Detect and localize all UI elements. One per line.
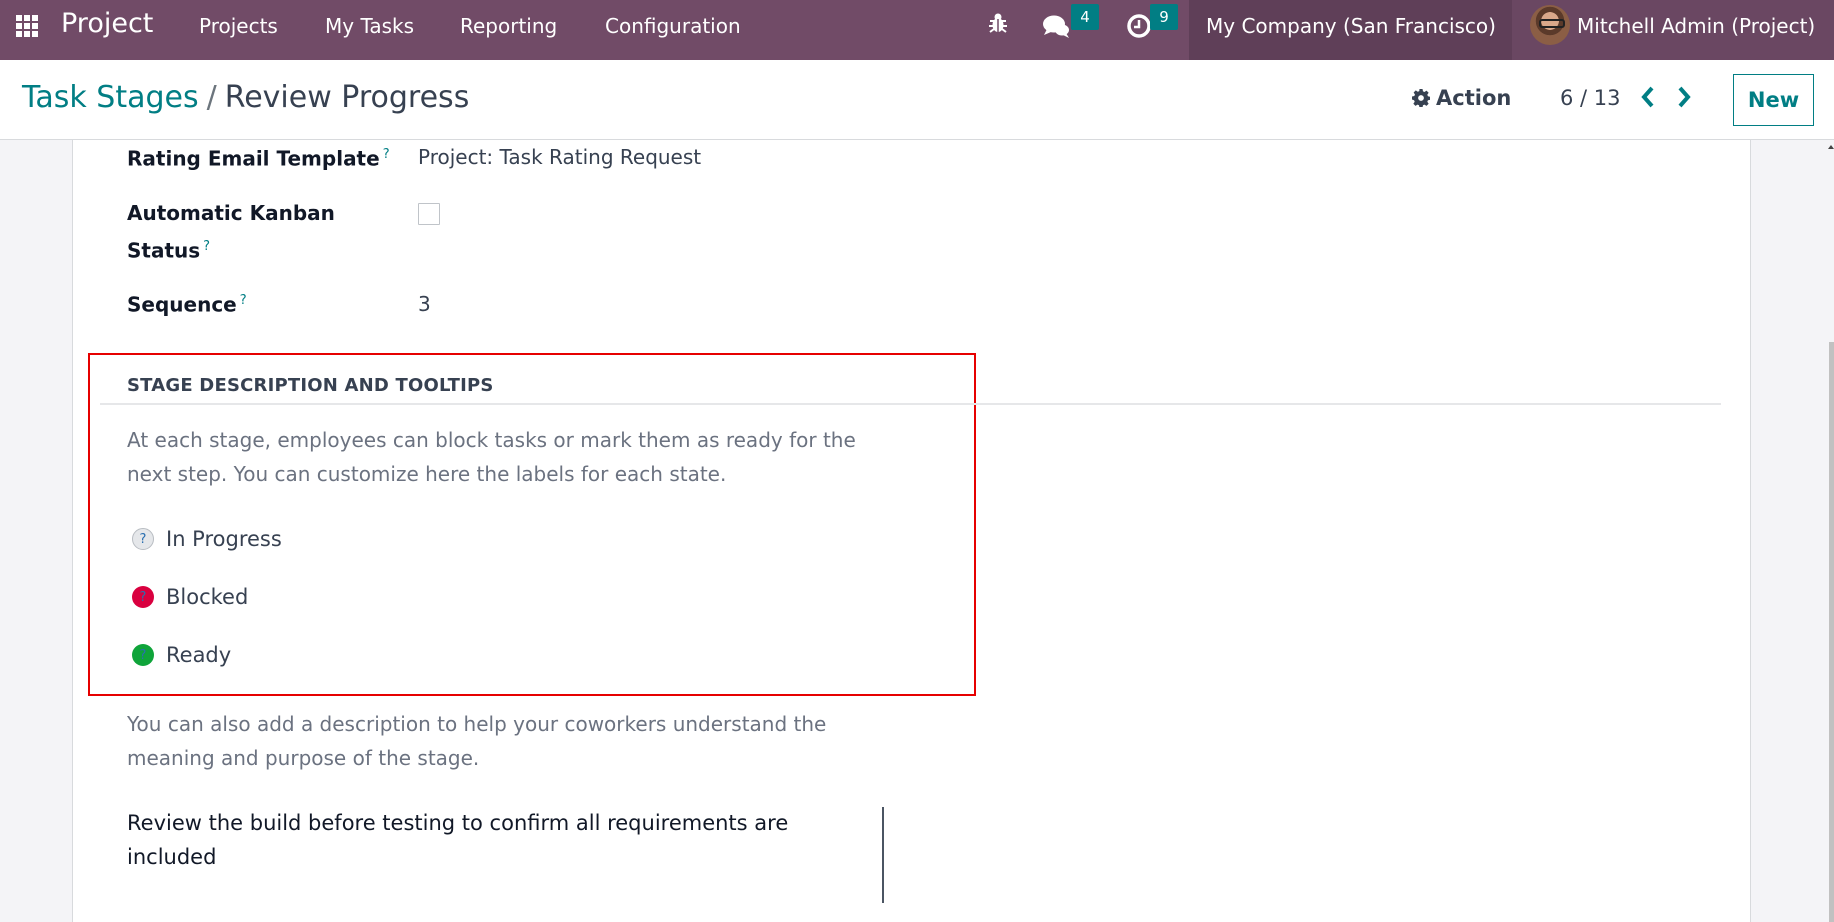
control-panel: Task Stages / Review Progress Action 6 / 1… (0, 60, 1834, 140)
sequence-label-text: Sequence (127, 292, 237, 317)
top-navbar: Project Projects My Tasks Reporting Conf… (0, 0, 1834, 60)
in-progress-label[interactable]: In Progress (166, 527, 282, 551)
description-hint: You can also add a description to help y… (127, 707, 887, 775)
description-hint-line2: meaning and purpose of the stage. (127, 746, 480, 770)
section-separator (100, 403, 1721, 405)
new-record-button[interactable]: New (1733, 74, 1814, 126)
sequence-label: Sequence? (127, 284, 247, 322)
auto-kanban-label-line2: Status (127, 238, 201, 263)
action-label: Action (1436, 86, 1512, 110)
action-menu-button[interactable]: Action (1412, 86, 1511, 110)
stage-description-editor[interactable]: Review the build before testing to confi… (127, 806, 887, 874)
state-in-progress[interactable]: ? In Progress (132, 527, 282, 551)
breadcrumb-task-stages[interactable]: Task Stages (22, 80, 199, 115)
messages-chat-icon[interactable] (1042, 13, 1072, 43)
pager-previous-button[interactable] (1640, 86, 1656, 112)
chevron-left-icon (1641, 86, 1654, 108)
activities-clock-icon[interactable] (1126, 13, 1152, 43)
description-hint-line1: You can also add a description to help y… (127, 712, 827, 736)
rating-template-label: Rating Email Template? (127, 138, 390, 176)
ready-status-icon: ? (132, 644, 154, 666)
menu-reporting[interactable]: Reporting (460, 14, 557, 38)
pager-next-button[interactable] (1676, 86, 1692, 112)
section-intro: At each stage, employees can block tasks… (127, 423, 887, 491)
blocked-status-icon: ? (132, 586, 154, 608)
user-avatar[interactable] (1530, 5, 1570, 45)
breadcrumb: Task Stages / Review Progress (22, 80, 469, 115)
messages-count-badge: 4 (1071, 4, 1099, 30)
chevron-right-icon (1678, 86, 1691, 108)
scrollbar-thumb[interactable] (1829, 342, 1834, 922)
stage-description-line2: included (127, 845, 217, 869)
sequence-value[interactable]: 3 (418, 292, 431, 316)
section-intro-line1: At each stage, employees can block tasks… (127, 428, 856, 452)
section-title: STAGE DESCRIPTION AND TOOLTIPS (127, 375, 494, 396)
breadcrumb-current-record: Review Progress (224, 80, 470, 115)
menu-my-tasks[interactable]: My Tasks (325, 14, 414, 38)
auto-kanban-status-checkbox[interactable] (418, 203, 440, 225)
user-name[interactable]: Mitchell Admin (Project) (1577, 14, 1815, 38)
rating-template-help-icon[interactable]: ? (383, 147, 390, 162)
apps-menu-icon[interactable] (16, 15, 38, 37)
auto-kanban-label-line1: Automatic Kanban (127, 201, 335, 225)
debug-bug-icon[interactable] (988, 12, 1008, 38)
auto-kanban-status-label: Automatic Kanban Status? (127, 196, 335, 268)
blocked-label[interactable]: Blocked (166, 585, 248, 609)
gear-icon (1412, 89, 1430, 107)
stage-description-line1: Review the build before testing to confi… (127, 811, 789, 835)
menu-projects[interactable]: Projects (199, 14, 278, 38)
menu-configuration[interactable]: Configuration (605, 14, 741, 38)
app-brand[interactable]: Project (61, 8, 153, 39)
rating-template-label-text: Rating Email Template (127, 146, 380, 171)
pager-value[interactable]: 6 / 13 (1560, 86, 1621, 110)
ready-label[interactable]: Ready (166, 643, 231, 667)
state-blocked[interactable]: ? Blocked (132, 585, 248, 609)
section-intro-line2: next step. You can customize here the la… (127, 462, 727, 486)
editor-caret (882, 807, 884, 903)
in-progress-status-icon: ? (132, 528, 154, 550)
state-ready[interactable]: ? Ready (132, 643, 231, 667)
sequence-help-icon[interactable]: ? (240, 293, 247, 308)
company-name[interactable]: My Company (San Francisco) (1206, 14, 1496, 38)
rating-template-value[interactable]: Project: Task Rating Request (418, 145, 701, 169)
activities-count-badge: 9 (1150, 4, 1178, 30)
scroll-up-arrow-icon[interactable] (1828, 145, 1834, 149)
breadcrumb-separator: / (206, 80, 217, 115)
auto-kanban-help-icon[interactable]: ? (203, 239, 210, 254)
